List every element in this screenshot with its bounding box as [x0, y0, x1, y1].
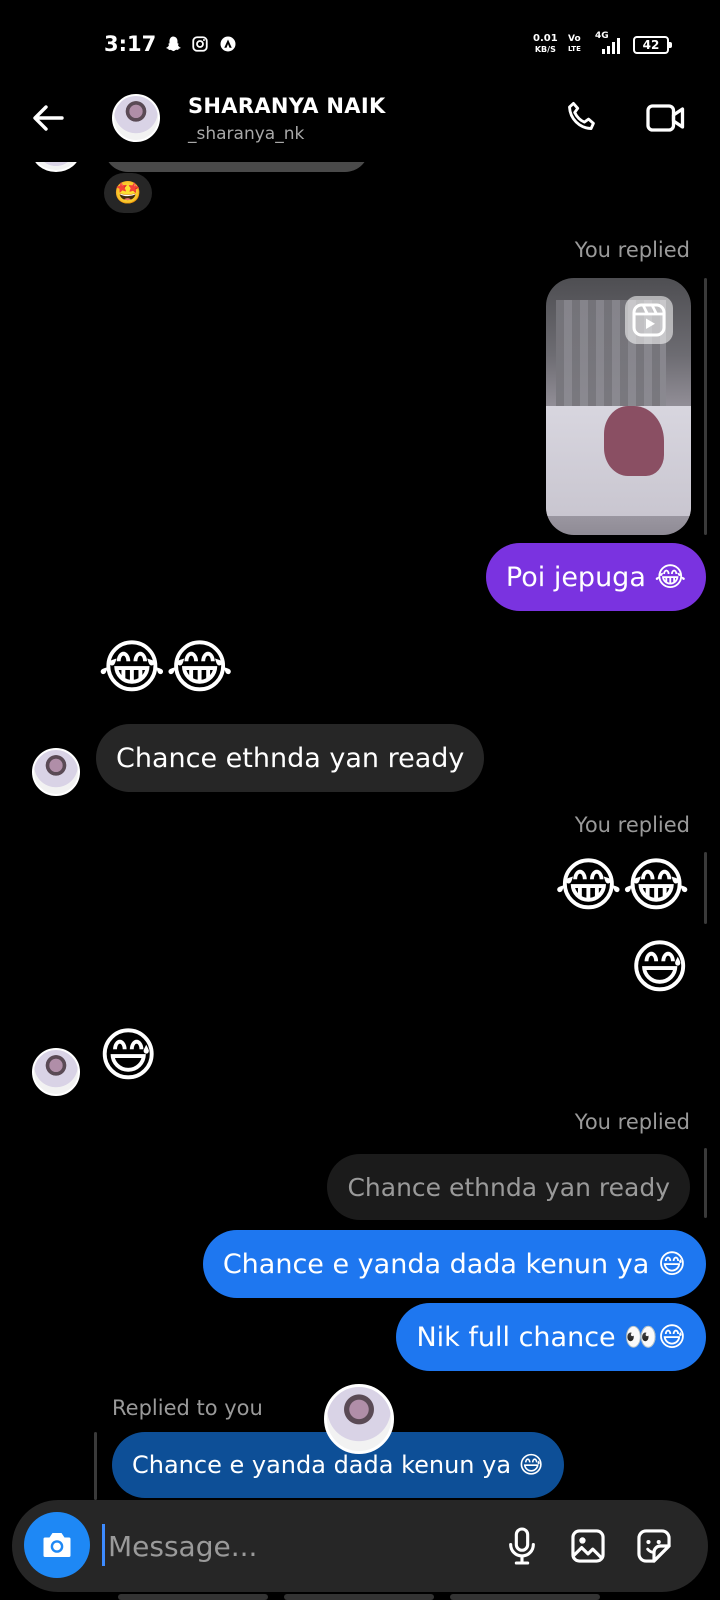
avatar[interactable]	[112, 94, 160, 142]
video-camera-icon	[646, 104, 685, 132]
battery-icon: 42	[633, 36, 672, 54]
reply-label: You replied	[574, 1110, 690, 1134]
message-bubble-incoming[interactable]: Chance ethnda yan ready	[96, 724, 485, 792]
contact-handle[interactable]: _sharanya_nk	[188, 124, 304, 144]
instagram-icon	[189, 33, 211, 55]
avatar	[32, 162, 80, 172]
reply-indicator-bar	[94, 1432, 97, 1500]
gallery-icon	[571, 1529, 605, 1563]
contact-name[interactable]: SHARANYA NAIK	[188, 94, 386, 118]
status-time: 3:17	[104, 32, 157, 56]
camera-icon	[43, 1533, 71, 1557]
message-bubble-outgoing[interactable]: Chance e yanda dada kenun ya 😅	[202, 1230, 706, 1298]
avatar	[32, 748, 80, 796]
video-call-button[interactable]	[644, 96, 688, 140]
message-bubble-outgoing[interactable]: Poi jepuga 😂	[485, 543, 706, 611]
microphone-icon	[509, 1527, 535, 1565]
signal-icon	[602, 38, 620, 54]
nav-hint	[118, 1594, 268, 1600]
reel-thumbnail[interactable]	[546, 278, 691, 535]
quoted-message[interactable]: Chance ethnda yan ready	[327, 1154, 690, 1220]
sticker-icon	[637, 1529, 671, 1563]
app-icon	[217, 33, 239, 55]
emoji-message[interactable]: 😅	[630, 938, 690, 996]
gallery-button[interactable]	[564, 1522, 612, 1570]
back-arrow-icon	[33, 105, 64, 131]
status-bar: 3:17 0.01 KB/S Vo LTE 4G 42	[0, 0, 720, 90]
replied-to-you-label: Replied to you	[112, 1396, 263, 1420]
voice-call-button[interactable]	[560, 96, 604, 140]
sticker-button[interactable]	[630, 1522, 678, 1570]
previous-media-message[interactable]	[104, 162, 369, 172]
typing-avatar	[324, 1384, 394, 1454]
emoji-message[interactable]: 😂😂	[98, 638, 234, 696]
phone-icon	[568, 102, 595, 131]
message-input[interactable]	[108, 1522, 488, 1570]
message-composer	[12, 1500, 708, 1592]
network-speed: 0.01 KB/S	[533, 33, 558, 54]
reply-indicator-bar	[704, 852, 707, 924]
back-button[interactable]	[24, 94, 72, 142]
nav-hint	[450, 1594, 600, 1600]
emoji-message[interactable]: 😅	[98, 1026, 158, 1084]
reels-icon	[625, 296, 673, 344]
reply-indicator-bar	[704, 278, 707, 535]
volte-indicator: Vo LTE	[568, 34, 581, 53]
reply-label: You replied	[574, 238, 690, 262]
emoji-message[interactable]: 😂😂	[554, 856, 690, 914]
message-list[interactable]: 🤩 You replied Poi jepuga 😂 😂😂 Chance eth…	[0, 162, 720, 1500]
avatar	[32, 1048, 80, 1096]
reply-indicator-bar	[704, 1148, 707, 1218]
microphone-button[interactable]	[498, 1522, 546, 1570]
reaction-badge[interactable]: 🤩	[104, 173, 152, 213]
nav-hint	[284, 1594, 434, 1600]
text-caret	[102, 1524, 105, 1566]
camera-button[interactable]	[24, 1512, 90, 1578]
reply-label: You replied	[574, 813, 690, 837]
chat-header: SHARANYA NAIK _sharanya_nk	[0, 90, 720, 162]
message-bubble-outgoing[interactable]: Nik full chance 👀😅	[396, 1303, 706, 1371]
snapchat-icon	[162, 33, 184, 55]
